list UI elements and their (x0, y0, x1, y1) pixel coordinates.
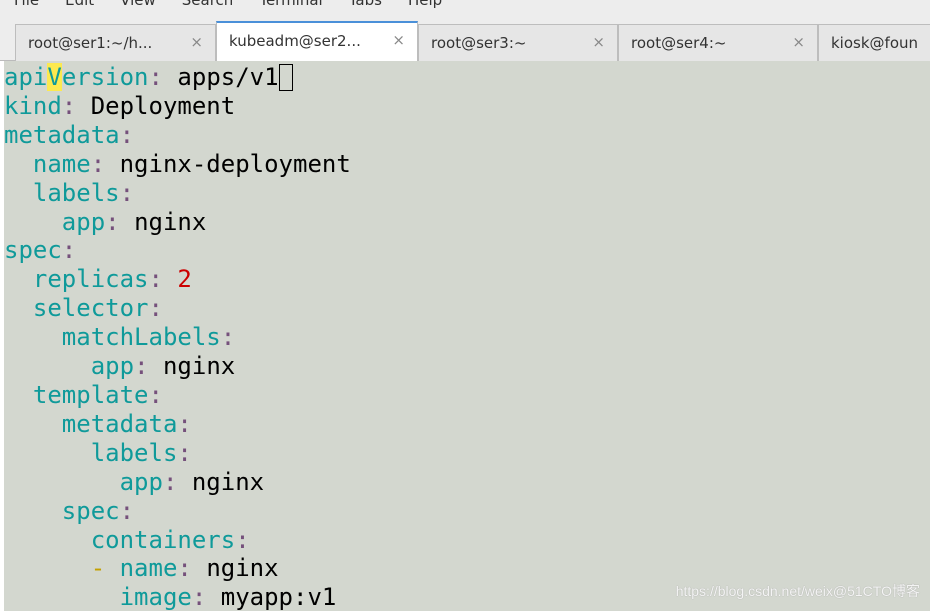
colon: : (90, 149, 106, 178)
close-icon[interactable]: × (392, 31, 405, 49)
tab-label: kubeadm@ser2... (229, 32, 361, 50)
code-line: metadata: (4, 410, 930, 439)
yaml-value: nginx (206, 554, 279, 583)
yaml-key: metadata (61, 409, 178, 438)
close-icon[interactable]: × (792, 33, 805, 51)
colon: : (177, 554, 192, 583)
menu-tabs[interactable]: Tabs (349, 0, 382, 11)
yaml-key: kind (4, 91, 62, 120)
colon: : (119, 120, 135, 149)
colon: : (105, 207, 120, 236)
colon: : (119, 178, 135, 207)
colon: : (148, 63, 163, 91)
terminal-editor[interactable]: apiVersion: apps/v1 kind: Deployment metad… (4, 61, 930, 611)
yaml-key: labels (90, 438, 178, 467)
yaml-value: Deployment (90, 91, 236, 120)
list-dash: - (90, 554, 120, 583)
colon: : (235, 525, 250, 554)
code-line: labels: (4, 179, 930, 208)
code-line: app: nginx (4, 352, 930, 381)
code-line: - name: nginx (4, 554, 930, 583)
colon: : (162, 467, 178, 496)
code-line: name: nginx-deployment (4, 150, 930, 179)
yaml-key: name (32, 149, 91, 178)
yaml-key: replicas (32, 265, 149, 294)
colon: : (61, 236, 77, 265)
close-icon[interactable]: × (190, 33, 203, 51)
colon: : (134, 352, 149, 381)
code-line: spec: (4, 236, 930, 265)
colon: : (191, 583, 207, 612)
colon: : (148, 265, 163, 294)
yaml-key: app (119, 467, 163, 496)
code-line: labels: (4, 439, 930, 468)
code-line: metadata: (4, 121, 930, 150)
watermark: https://blog.csdn.net/weix@51CTO博客 (675, 583, 920, 599)
menu-search[interactable]: Search (182, 0, 234, 11)
yaml-key: matchLabels (61, 323, 221, 352)
yaml-key: name (119, 554, 178, 583)
yaml-value: nginx (191, 467, 265, 496)
tab-label: root@ser4:~ (631, 34, 727, 52)
tab-2[interactable]: kubeadm@ser2... × (216, 21, 418, 62)
colon: : (177, 438, 192, 467)
tab-label: kiosk@foun (831, 34, 919, 52)
colon: : (220, 323, 236, 352)
code-line: replicas: 2 (4, 265, 930, 294)
tab-bar: root@ser1:~/h... × kubeadm@ser2... × root@se… (0, 11, 930, 62)
code-line: matchLabels: (4, 323, 930, 352)
yaml-key: metadata (4, 120, 120, 149)
code-line: containers: (4, 526, 930, 555)
yaml-key: template (32, 380, 149, 409)
code-line: app: nginx (4, 208, 930, 237)
yaml-key: app (61, 207, 106, 236)
code-line: template: (4, 381, 930, 410)
yaml-key: image (119, 583, 192, 612)
yaml-key: selector (32, 294, 149, 323)
yaml-key: spec (4, 236, 62, 265)
tab-1[interactable]: root@ser1:~/h... × (15, 24, 216, 61)
yaml-value: nginx-deployment (119, 149, 351, 178)
menu-view[interactable]: View (120, 0, 156, 11)
colon: : (148, 380, 163, 409)
menu-bar: File Edit View Search Terminal Tabs Help (0, 0, 930, 11)
yaml-key: apiVersion (4, 63, 149, 91)
colon: : (177, 409, 192, 438)
menu-terminal[interactable]: Terminal (259, 0, 322, 11)
tab-4[interactable]: root@ser4:~ × (618, 24, 818, 61)
colon: : (61, 91, 77, 120)
text-cursor (278, 64, 293, 91)
tab-label: root@ser1:~/h... (28, 34, 153, 52)
code-line: kind: Deployment (4, 92, 930, 121)
yaml-value: apps/v1 (177, 63, 279, 91)
code-line: spec: (4, 497, 930, 526)
tab-label: root@ser3:~ (431, 34, 527, 52)
search-highlight: V (47, 63, 62, 91)
colon: : (148, 294, 163, 323)
yaml-value: nginx (134, 207, 207, 236)
yaml-key: containers (90, 525, 236, 554)
menu-file[interactable]: File (14, 0, 39, 11)
yaml-key: spec (61, 496, 120, 525)
colon: : (119, 496, 135, 525)
yaml-key: labels (32, 178, 120, 207)
yaml-value: nginx (162, 352, 236, 381)
tab-5[interactable]: kiosk@foun (818, 24, 930, 61)
code-line: selector: (4, 294, 930, 323)
yaml-value: myapp:v1 (220, 583, 337, 612)
tab-3[interactable]: root@ser3:~ × (418, 24, 618, 61)
yaml-key: app (90, 352, 135, 381)
code-line: apiVersion: apps/v1 (4, 63, 930, 92)
yaml-value: 2 (177, 265, 192, 294)
code-line: app: nginx (4, 468, 930, 497)
menu-edit[interactable]: Edit (65, 0, 94, 11)
close-icon[interactable]: × (592, 33, 605, 51)
menu-help[interactable]: Help (408, 0, 442, 11)
